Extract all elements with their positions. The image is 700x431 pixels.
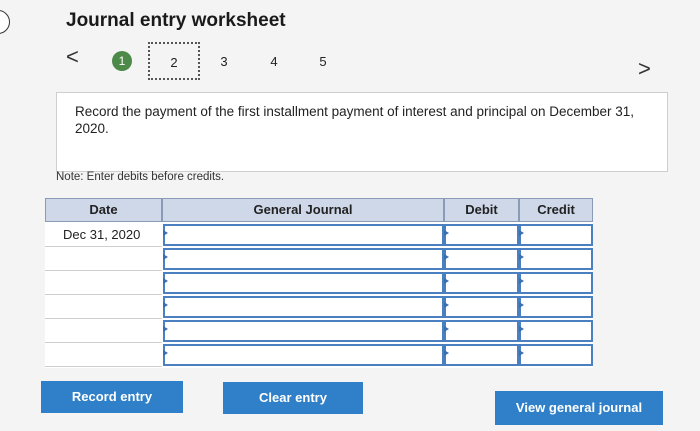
step-3[interactable]: 3: [218, 54, 230, 69]
journal-date-cell: Dec 31, 2020: [45, 223, 162, 247]
journal-date-cell: [45, 319, 162, 343]
journal-date-cell: [45, 247, 162, 271]
journal-debit-input[interactable]: [444, 296, 519, 318]
journal-debit-input[interactable]: [444, 224, 519, 246]
step-2[interactable]: 2: [148, 42, 200, 80]
journal-table: Date General Journal Debit Credit Dec 31…: [45, 198, 593, 368]
column-header-credit: Credit: [519, 198, 593, 222]
journal-date-cell: [45, 295, 162, 319]
debits-note: Note: Enter debits before credits.: [56, 171, 225, 183]
previous-step-icon[interactable]: <: [66, 46, 79, 68]
journal-debit-input[interactable]: [444, 344, 519, 366]
window-edge-circle: [0, 10, 10, 34]
instruction-text: Record the payment of the first installm…: [75, 104, 635, 136]
journal-credit-input[interactable]: [519, 248, 593, 270]
journal-account-input[interactable]: [163, 320, 444, 342]
step-5[interactable]: 5: [317, 54, 329, 69]
journal-credit-input[interactable]: [519, 320, 593, 342]
journal-account-input[interactable]: [163, 272, 444, 294]
journal-credit-input[interactable]: [519, 224, 593, 246]
step-1[interactable]: 1: [112, 51, 132, 71]
instruction-box: Record the payment of the first installm…: [56, 92, 668, 172]
journal-date-cell: [45, 271, 162, 295]
record-entry-button[interactable]: Record entry: [41, 381, 183, 413]
column-header-debit: Debit: [444, 198, 519, 222]
column-header-general-journal: General Journal: [162, 198, 444, 222]
journal-account-input[interactable]: [163, 224, 444, 246]
journal-account-input[interactable]: [163, 248, 444, 270]
journal-debit-input[interactable]: [444, 320, 519, 342]
column-header-date: Date: [45, 198, 162, 222]
journal-date-cell: [45, 343, 162, 367]
journal-account-input[interactable]: [163, 344, 444, 366]
view-general-journal-button[interactable]: View general journal: [495, 391, 663, 425]
journal-debit-input[interactable]: [444, 248, 519, 270]
journal-credit-input[interactable]: [519, 272, 593, 294]
journal-credit-input[interactable]: [519, 344, 593, 366]
journal-credit-input[interactable]: [519, 296, 593, 318]
clear-entry-button[interactable]: Clear entry: [223, 382, 363, 414]
journal-account-input[interactable]: [163, 296, 444, 318]
next-step-icon[interactable]: >: [638, 58, 651, 80]
journal-debit-input[interactable]: [444, 272, 519, 294]
page-title: Journal entry worksheet: [66, 10, 286, 31]
step-4[interactable]: 4: [268, 54, 280, 69]
journal-worksheet-page: Journal entry worksheet < 1 2 3 4 5 > Re…: [0, 0, 700, 431]
